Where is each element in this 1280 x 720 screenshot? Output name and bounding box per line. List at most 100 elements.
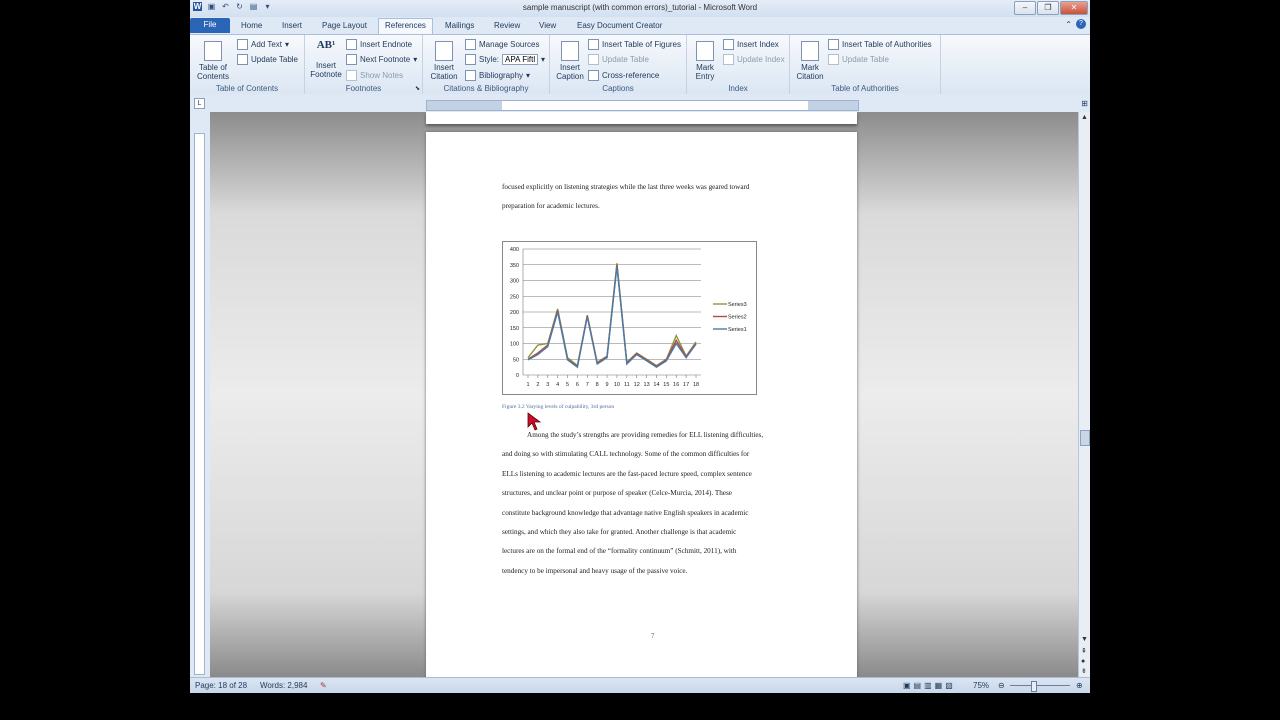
chart-y-tick-label: 50 <box>513 357 519 363</box>
update-table-figures-button[interactable]: Update Table <box>588 54 649 65</box>
bibliography-button[interactable]: Bibliography ▾ <box>465 70 530 81</box>
zoom-out-icon[interactable]: ⊖ <box>998 681 1005 690</box>
document-page[interactable]: focused explicitly on listening strategi… <box>426 132 857 677</box>
chart-x-tick-label: 17 <box>683 382 689 388</box>
chart-x-tick-label: 6 <box>576 382 579 388</box>
footnote-ab-icon: AB¹ <box>316 39 336 51</box>
insert-endnote-button[interactable]: Insert Endnote <box>346 39 412 50</box>
add-text-button[interactable]: Add Text ▾ <box>237 39 289 50</box>
next-footnote-button[interactable]: Next Footnote ▾ <box>346 54 417 65</box>
chart-svg: 0501001502002503003504001 2 3 4 5 6 7 8 9 10 11 12 1… <box>510 247 747 388</box>
minimize-button[interactable]: – <box>1014 1 1036 15</box>
citation-style-select[interactable]: Style: APA Fiftl ▾ <box>465 54 545 65</box>
word-window: W ▣ ↶ ↻ ▤ ▾ sample manuscript (with comm… <box>190 0 1090 693</box>
previous-page-icon[interactable]: ⇞ <box>1081 647 1087 655</box>
view-ruler-icon[interactable]: ⊞ <box>1081 99 1088 108</box>
browse-object-icon[interactable]: ● <box>1081 658 1085 665</box>
page-number: 7 <box>651 632 655 640</box>
chart-y-tick-label: 250 <box>510 294 519 300</box>
scroll-thumb[interactable] <box>1080 430 1090 446</box>
paragraph-2: Among the study’s strengths are providin… <box>502 431 764 575</box>
page-count[interactable]: Page: 18 of 28 <box>195 681 247 690</box>
mark-entry-button[interactable]: Mark Entry <box>689 41 721 81</box>
tab-mailings[interactable]: Mailings <box>439 19 480 32</box>
vertical-ruler[interactable] <box>194 133 205 675</box>
group-table-of-authorities: Mark Citation Insert Table of Authoritie… <box>790 35 941 94</box>
group-table-of-contents: Table of Contents Add Text ▾ Update Tabl… <box>190 35 305 94</box>
chart-y-tick-label: 350 <box>510 263 519 269</box>
tab-references[interactable]: References <box>378 18 433 35</box>
insert-citation-icon <box>435 41 453 61</box>
title-bar: W ▣ ↶ ↻ ▤ ▾ sample manuscript (with comm… <box>190 0 1090 17</box>
group-captions: Insert Caption Insert Table of Figures U… <box>550 35 687 94</box>
chart-x-tick-label: 2 <box>536 382 539 388</box>
tab-insert[interactable]: Insert <box>276 19 308 32</box>
insert-table-of-figures-button[interactable]: Insert Table of Figures <box>588 39 681 50</box>
scroll-up-icon[interactable]: ▲ <box>1081 114 1088 121</box>
table-of-authorities-icon <box>828 39 839 50</box>
insert-citation-button[interactable]: Insert Citation <box>425 41 463 81</box>
zoom-level[interactable]: 75% <box>973 681 989 690</box>
dialog-launcher-icon[interactable]: ⬊ <box>415 85 420 92</box>
table-of-contents-button[interactable]: Table of Contents <box>194 41 232 81</box>
chart-legend-label: Series3 <box>728 302 747 308</box>
chart-x-tick-label: 4 <box>556 382 559 388</box>
horizontal-ruler[interactable] <box>426 100 859 111</box>
manage-sources-button[interactable]: Manage Sources <box>465 39 539 50</box>
line-chart[interactable]: 0 50 100 150 200 250 300 350 400 1 2 3 4 5 6 7 8 9 10 11 12 1… <box>502 241 757 395</box>
show-notes-button[interactable]: Show Notes <box>346 70 403 81</box>
tab-easy-document-creator[interactable]: Easy Document Creator <box>571 19 668 32</box>
insert-table-of-authorities-button[interactable]: Insert Table of Authorities <box>828 39 932 50</box>
update-table-icon <box>588 54 599 65</box>
table-of-figures-icon <box>588 39 599 50</box>
scroll-down-icon[interactable]: ▼ <box>1081 636 1088 643</box>
insert-caption-icon <box>561 41 579 61</box>
ribbon-tabs: File Home Insert Page Layout References … <box>190 17 1090 35</box>
cross-reference-button[interactable]: Cross-reference <box>588 70 659 81</box>
update-table-button[interactable]: Update Table <box>237 54 298 65</box>
next-footnote-icon <box>346 54 357 65</box>
tab-view[interactable]: View <box>533 19 562 32</box>
word-count[interactable]: Words: 2,984 <box>260 681 307 690</box>
update-index-button[interactable]: Update Index <box>723 54 785 65</box>
chart-y-tick-label: 400 <box>510 247 519 253</box>
ribbon: Table of Contents Add Text ▾ Update Tabl… <box>190 34 1090 95</box>
tab-review[interactable]: Review <box>488 19 526 32</box>
figure-caption: Figure 3.2 Varying levels of culpability… <box>502 404 615 410</box>
view-buttons[interactable]: ▣▤▥▦▧ <box>903 681 956 690</box>
chart-x-tick-label: 15 <box>663 382 669 388</box>
mark-citation-button[interactable]: Mark Citation <box>792 41 828 81</box>
insert-index-icon <box>723 39 734 50</box>
zoom-slider-thumb[interactable] <box>1031 681 1037 692</box>
ribbon-minimize-icon[interactable]: ⌃ <box>1065 20 1072 29</box>
document-area: focused explicitly on listening strategi… <box>210 112 1078 677</box>
tab-file[interactable]: File <box>190 18 230 33</box>
previous-page-edge <box>426 112 857 124</box>
help-icon[interactable]: ? <box>1076 19 1086 29</box>
update-table-authorities-button[interactable]: Update Table <box>828 54 889 65</box>
style-icon <box>465 54 476 65</box>
tab-home[interactable]: Home <box>235 19 268 32</box>
chart-series-line <box>527 266 697 369</box>
proofing-icon[interactable]: ✎ <box>320 681 327 690</box>
group-citations-bibliography: Insert Citation Manage Sources Style: APA… <box>423 35 550 94</box>
insert-caption-button[interactable]: Insert Caption <box>552 41 588 81</box>
restore-button[interactable]: ❐ <box>1037 1 1059 15</box>
close-button[interactable]: ✕ <box>1060 1 1088 15</box>
next-page-icon[interactable]: ⇟ <box>1081 667 1087 675</box>
group-index: Mark Entry Insert Index Update Index Ind… <box>687 35 790 94</box>
zoom-in-icon[interactable]: ⊕ <box>1076 681 1083 690</box>
add-text-icon <box>237 39 248 50</box>
update-table-icon <box>237 54 248 65</box>
status-bar: Page: 18 of 28 Words: 2,984 ✎ ▣▤▥▦▧ 75% … <box>190 677 1090 693</box>
insert-footnote-button[interactable]: AB¹ Insert Footnote <box>307 39 345 80</box>
tab-page-layout[interactable]: Page Layout <box>316 19 373 32</box>
chart-x-tick-label: 8 <box>596 382 599 388</box>
insert-index-button[interactable]: Insert Index <box>723 39 779 50</box>
chart-x-tick-label: 12 <box>634 382 640 388</box>
vertical-scrollbar[interactable]: ▲ ▼ ⇞ ● ⇟ <box>1078 112 1090 677</box>
tab-selector-button[interactable]: L <box>194 98 205 109</box>
zoom-slider[interactable] <box>1010 685 1070 686</box>
cross-reference-icon <box>588 70 599 81</box>
manage-sources-icon <box>465 39 476 50</box>
